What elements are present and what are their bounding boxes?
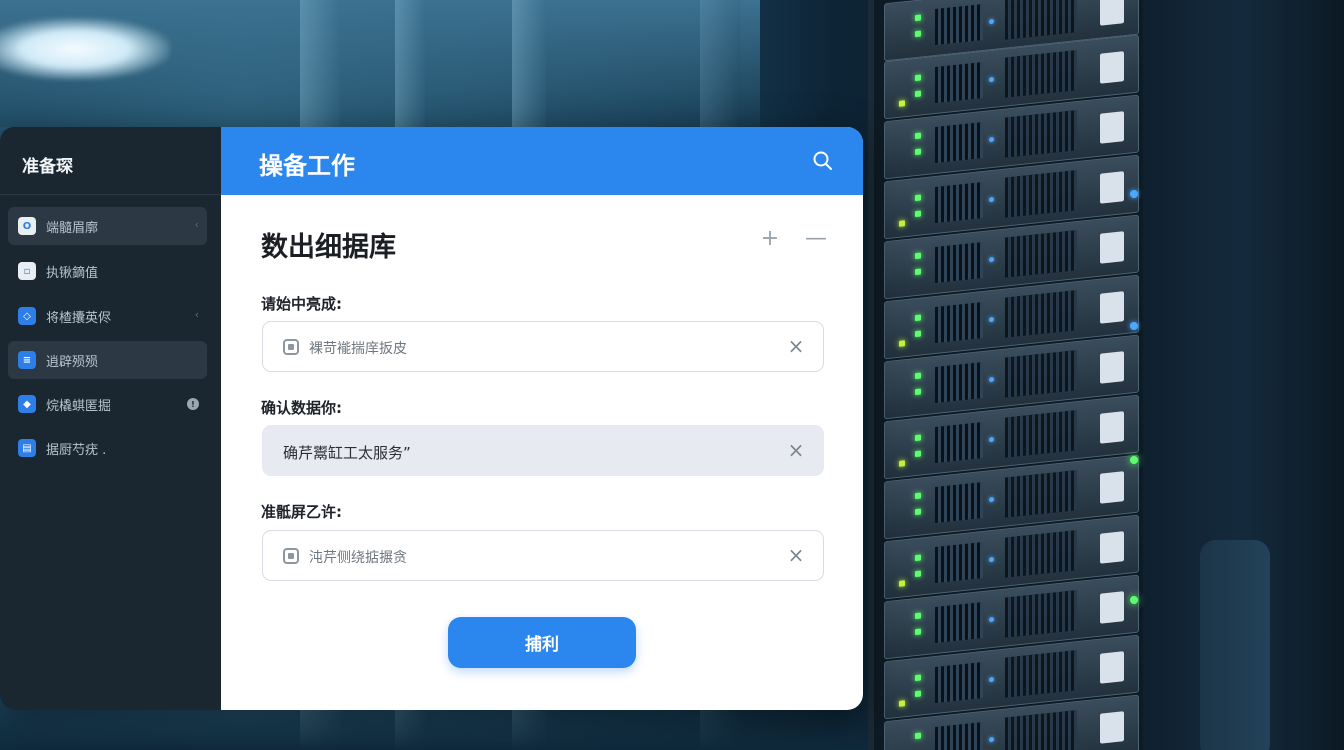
input-placeholder: 裸苛褦揣庠扳皮 [309, 341, 407, 357]
sidebar-item-3[interactable]: ◇ 将楂攮英侭 ‹ [8, 297, 207, 335]
submit-button[interactable]: 捕利 [448, 617, 636, 668]
status-led-icon [1130, 322, 1138, 330]
server-rack [868, 0, 1143, 750]
clear-icon[interactable]: × [785, 439, 807, 461]
shield-icon: ◇ [18, 307, 36, 325]
notification-badge: ! [187, 398, 199, 410]
database-icon [283, 339, 299, 355]
add-icon[interactable]: + [759, 228, 781, 250]
minimize-icon[interactable]: — [805, 228, 827, 250]
sidebar-item-label: 逍辟殒殒 [46, 355, 99, 370]
rack-handle [1200, 540, 1270, 750]
diamond-icon: ◆ [18, 395, 36, 413]
chevron-left-icon: ‹ [194, 308, 199, 321]
sidebar-item-label: 执锹鏑值 [46, 266, 99, 281]
clear-icon[interactable]: × [785, 544, 807, 566]
field-label-3: 准骶屏乙许: [261, 503, 342, 521]
status-led-icon [1130, 190, 1138, 198]
input-placeholder: 沌芹侧绕掂搌贪 [309, 550, 407, 566]
sidebar-item-label: 据厨芍疣 . [46, 443, 107, 458]
sidebar-title: 准备琛 [22, 157, 73, 177]
sidebar-item-1[interactable]: O 端髓眉廓 ‹ [8, 207, 207, 245]
square-icon: ▫ [18, 262, 36, 280]
sidebar-item-4[interactable]: ≡ 逍辟殒殒 [8, 341, 207, 379]
status-led-icon [1130, 456, 1138, 464]
clear-icon[interactable]: × [785, 335, 807, 357]
divider [0, 194, 221, 195]
sidebar-item-label: 烷橇蜞匿掘 [46, 399, 112, 414]
database-icon [283, 548, 299, 564]
header-title: 操备工作 [259, 152, 355, 180]
sidebar-item-label: 端髓眉廓 [46, 221, 99, 236]
input-field-2[interactable]: 确芹鬻缸工太服务” × [262, 425, 824, 476]
main-panel: 操备工作 数出细据库 + — 请始中亮成: 裸苛褦揣庠扳皮 × 确认数据你: 确… [221, 127, 863, 710]
document-icon: ≡ [18, 351, 36, 369]
sidebar-item-label: 将楂攮英侭 [46, 311, 112, 326]
section-title: 数出细据库 [261, 232, 396, 263]
document-icon: ▤ [18, 439, 36, 457]
input-value: 确芹鬻缸工太服务” [283, 444, 411, 462]
header-bar: 操备工作 [221, 127, 863, 195]
sidebar-item-5[interactable]: ◆ 烷橇蜞匿掘 ! [8, 385, 207, 423]
circle-icon: O [18, 217, 36, 235]
sidebar-item-6[interactable]: ▤ 据厨芍疣 . [8, 429, 207, 467]
search-icon[interactable] [811, 149, 835, 173]
field-label-2: 确认数据你: [261, 399, 342, 417]
sidebar: 准备琛 O 端髓眉廓 ‹ ▫ 执锹鏑值 ◇ 将楂攮英侭 ‹ ≡ 逍辟殒殒 ◆ 烷… [0, 127, 221, 710]
sidebar-item-2[interactable]: ▫ 执锹鏑值 [8, 252, 207, 290]
input-field-3[interactable]: 沌芹侧绕掂搌贪 × [262, 530, 824, 581]
status-led-icon [1130, 596, 1138, 604]
ceiling-light [0, 18, 170, 80]
input-field-1[interactable]: 裸苛褦揣庠扳皮 × [262, 321, 824, 372]
chevron-left-icon: ‹ [194, 218, 199, 231]
field-label-1: 请始中亮成: [261, 295, 342, 313]
preparation-dialog: 准备琛 O 端髓眉廓 ‹ ▫ 执锹鏑值 ◇ 将楂攮英侭 ‹ ≡ 逍辟殒殒 ◆ 烷… [0, 127, 863, 710]
